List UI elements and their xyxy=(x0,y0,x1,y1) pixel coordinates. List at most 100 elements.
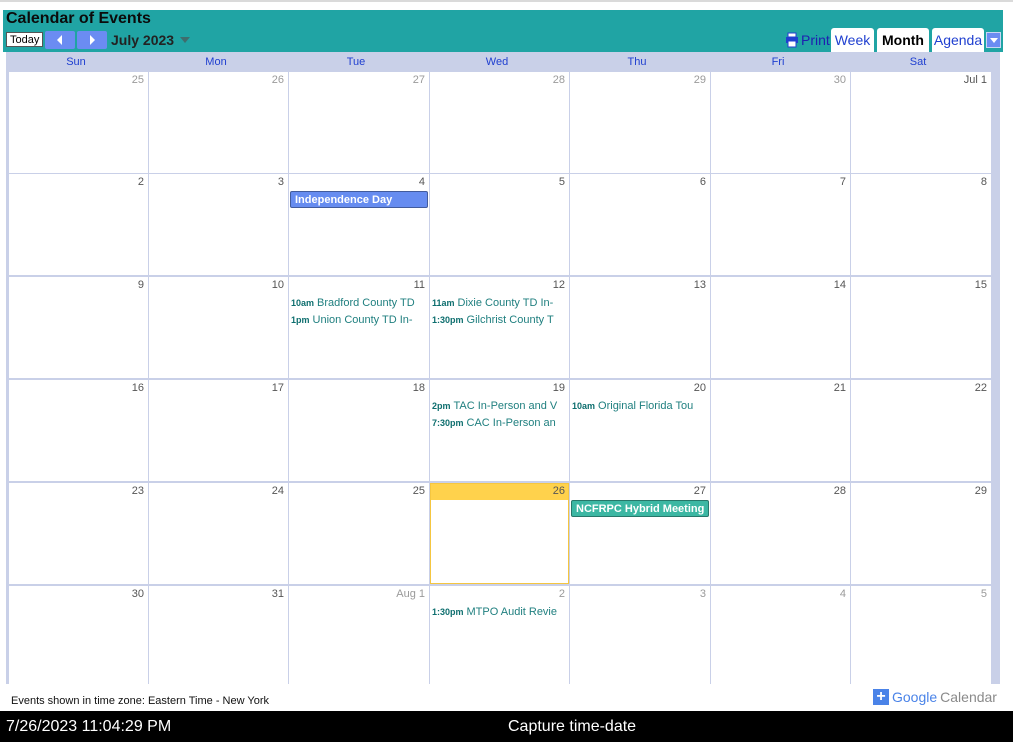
day-cell[interactable]: 29 xyxy=(851,483,991,584)
day-number[interactable]: 9 xyxy=(138,279,144,291)
timed-event[interactable]: 10am Bradford County TD xyxy=(291,295,428,311)
timed-event[interactable]: 7:30pm CAC In-Person an xyxy=(432,415,568,431)
day-cell[interactable]: 2 xyxy=(9,174,148,275)
day-number[interactable]: 28 xyxy=(834,485,846,497)
day-number[interactable]: 11 xyxy=(414,279,425,291)
day-cell[interactable]: 15 xyxy=(851,277,991,378)
day-number[interactable]: 29 xyxy=(975,485,987,497)
day-cell[interactable]: 29 xyxy=(570,72,710,173)
day-number[interactable]: 20 xyxy=(694,382,706,394)
day-cell[interactable]: 23 xyxy=(9,483,148,584)
day-number[interactable]: 21 xyxy=(834,382,846,394)
print-button[interactable]: Print xyxy=(785,30,830,50)
day-cell[interactable]: 18 xyxy=(289,380,429,481)
day-number[interactable]: 22 xyxy=(975,382,987,394)
month-dropdown-caret-icon[interactable] xyxy=(180,37,190,43)
day-cell[interactable]: 17 xyxy=(149,380,288,481)
day-number[interactable]: 5 xyxy=(559,176,565,188)
day-number[interactable]: 6 xyxy=(700,176,706,188)
day-number[interactable]: 14 xyxy=(834,279,846,291)
day-number[interactable]: 25 xyxy=(413,485,425,497)
day-cell[interactable]: 7 xyxy=(711,174,850,275)
google-calendar-link[interactable]: + Google Calendar xyxy=(873,688,997,706)
day-number[interactable]: 10 xyxy=(272,279,284,291)
day-cell[interactable]: 28 xyxy=(430,72,569,173)
day-number[interactable]: 18 xyxy=(413,382,425,394)
day-number[interactable]: 25 xyxy=(132,74,144,86)
day-cell[interactable]: 25 xyxy=(9,72,148,173)
day-number[interactable]: 17 xyxy=(272,382,284,394)
day-number[interactable]: 30 xyxy=(834,74,846,86)
day-cell[interactable]: 21 xyxy=(711,380,850,481)
day-cell[interactable]: 27 xyxy=(289,72,429,173)
day-number[interactable]: 29 xyxy=(694,74,706,86)
day-number[interactable]: 12 xyxy=(553,279,565,291)
next-month-button[interactable] xyxy=(77,31,107,49)
day-number[interactable]: 13 xyxy=(694,279,706,291)
day-number[interactable]: 23 xyxy=(132,485,144,497)
day-number[interactable]: 26 xyxy=(553,485,565,497)
day-number[interactable]: 27 xyxy=(694,485,706,497)
day-number[interactable]: 31 xyxy=(272,588,284,600)
day-cell[interactable]: 3 xyxy=(570,586,710,687)
day-number[interactable]: 4 xyxy=(840,588,846,600)
timed-event[interactable]: 1pm Union County TD In- xyxy=(291,312,428,328)
day-cell[interactable]: 2 xyxy=(430,586,569,687)
timed-event[interactable]: 10am Original Florida Tou xyxy=(572,398,709,414)
day-cell[interactable]: 9 xyxy=(9,277,148,378)
day-cell[interactable]: 30 xyxy=(9,586,148,687)
day-number[interactable]: 5 xyxy=(981,588,987,600)
tab-month[interactable]: Month xyxy=(877,28,929,52)
day-cell[interactable]: 5 xyxy=(851,586,991,687)
day-number[interactable]: 16 xyxy=(132,382,144,394)
day-cell[interactable]: 31 xyxy=(149,586,288,687)
tab-agenda[interactable]: Agenda xyxy=(932,28,984,52)
day-cell[interactable]: 27 xyxy=(570,483,710,584)
day-cell[interactable]: 14 xyxy=(711,277,850,378)
day-number[interactable]: Aug 1 xyxy=(396,588,425,600)
tab-week[interactable]: Week xyxy=(831,28,874,52)
day-number[interactable]: 2 xyxy=(138,176,144,188)
allday-event-chip[interactable]: NCFRPC Hybrid Meeting xyxy=(571,500,709,517)
day-cell[interactable]: 22 xyxy=(851,380,991,481)
day-number[interactable]: 3 xyxy=(278,176,284,188)
day-cell[interactable]: 28 xyxy=(711,483,850,584)
day-cell[interactable]: 8 xyxy=(851,174,991,275)
day-cell[interactable]: Aug 1 xyxy=(289,586,429,687)
day-number[interactable]: 15 xyxy=(975,279,987,291)
day-number[interactable]: 30 xyxy=(132,588,144,600)
day-cell[interactable]: 4 xyxy=(711,586,850,687)
view-menu-dropdown-button[interactable] xyxy=(986,32,1001,48)
day-number[interactable]: 2 xyxy=(559,588,565,600)
day-cell[interactable]: 30 xyxy=(711,72,850,173)
day-cell[interactable]: 10 xyxy=(149,277,288,378)
day-number[interactable]: Jul 1 xyxy=(964,74,987,86)
day-number[interactable]: 8 xyxy=(981,176,987,188)
day-number[interactable]: 24 xyxy=(272,485,284,497)
current-month-label[interactable]: July 2023 xyxy=(111,32,174,48)
timed-event[interactable]: 11am Dixie County TD In- xyxy=(432,295,568,311)
allday-event-chip[interactable]: Independence Day xyxy=(290,191,428,208)
day-cell[interactable]: 26 xyxy=(430,483,569,584)
day-cell[interactable]: 4 xyxy=(289,174,429,275)
day-number[interactable]: 26 xyxy=(272,74,284,86)
day-cell[interactable]: Jul 1 xyxy=(851,72,991,173)
day-cell[interactable]: 20 xyxy=(570,380,710,481)
day-cell[interactable]: 5 xyxy=(430,174,569,275)
day-cell[interactable]: 6 xyxy=(570,174,710,275)
timed-event[interactable]: 1:30pm Gilchrist County T xyxy=(432,312,568,328)
day-cell[interactable]: 25 xyxy=(289,483,429,584)
day-number[interactable]: 3 xyxy=(700,588,706,600)
day-cell[interactable]: 13 xyxy=(570,277,710,378)
timed-event[interactable]: 1:30pm MTPO Audit Revie xyxy=(432,604,568,620)
today-button[interactable]: Today xyxy=(6,32,44,47)
day-cell[interactable]: 3 xyxy=(149,174,288,275)
day-cell[interactable]: 26 xyxy=(149,72,288,173)
day-cell[interactable]: 16 xyxy=(9,380,148,481)
day-number[interactable]: 28 xyxy=(553,74,565,86)
day-number[interactable]: 4 xyxy=(419,176,425,188)
prev-month-button[interactable] xyxy=(45,31,75,49)
day-number[interactable]: 7 xyxy=(840,176,846,188)
timed-event[interactable]: 2pm TAC In-Person and V xyxy=(432,398,568,414)
day-cell[interactable]: 24 xyxy=(149,483,288,584)
